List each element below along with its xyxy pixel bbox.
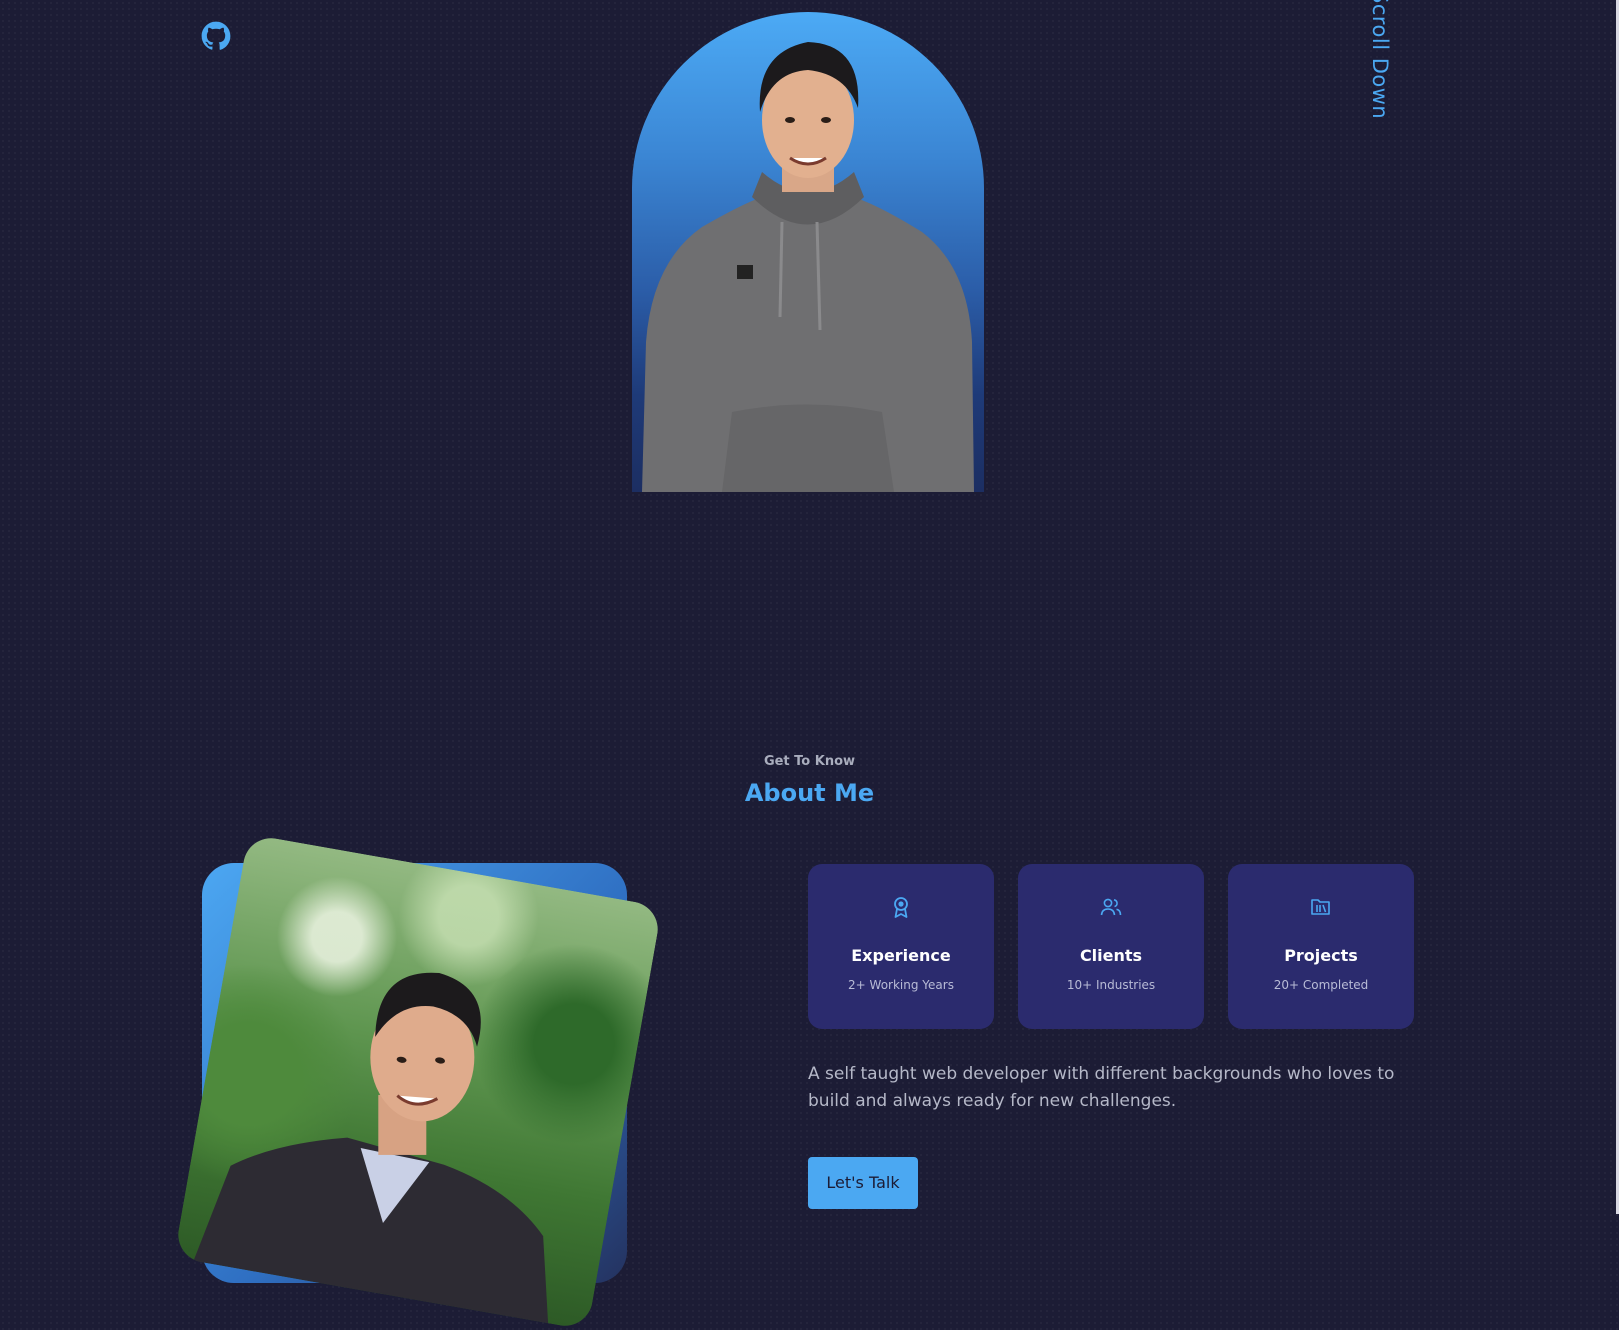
about-portrait — [173, 833, 663, 1330]
card-subtitle: 10+ Industries — [1066, 978, 1156, 992]
section-title: About Me — [744, 779, 875, 807]
experience-card: Experience 2+ Working Years — [808, 864, 994, 1029]
card-title: Experience — [851, 946, 951, 965]
section-kicker: Get To Know — [763, 754, 856, 769]
lets-talk-button[interactable]: Let's Talk — [808, 1157, 918, 1209]
scroll-down-link[interactable]: Scroll Down — [1368, 0, 1392, 119]
github-icon[interactable] — [201, 21, 231, 51]
card-title: Clients — [1079, 946, 1143, 965]
award-icon — [894, 897, 908, 918]
clients-card: Clients 10+ Industries — [1018, 864, 1204, 1029]
folder-icon — [1311, 899, 1330, 915]
users-icon — [1100, 898, 1122, 916]
card-subtitle: 20+ Completed — [1273, 978, 1369, 992]
card-subtitle: 2+ Working Years — [848, 978, 954, 992]
projects-card: Projects 20+ Completed — [1228, 864, 1414, 1029]
about-person-image — [193, 972, 549, 1324]
hero-portrait — [632, 12, 984, 492]
about-description: A self taught web developer with differe… — [808, 1064, 1395, 1111]
hero-person-image — [642, 42, 974, 492]
card-title: Projects — [1284, 946, 1358, 965]
